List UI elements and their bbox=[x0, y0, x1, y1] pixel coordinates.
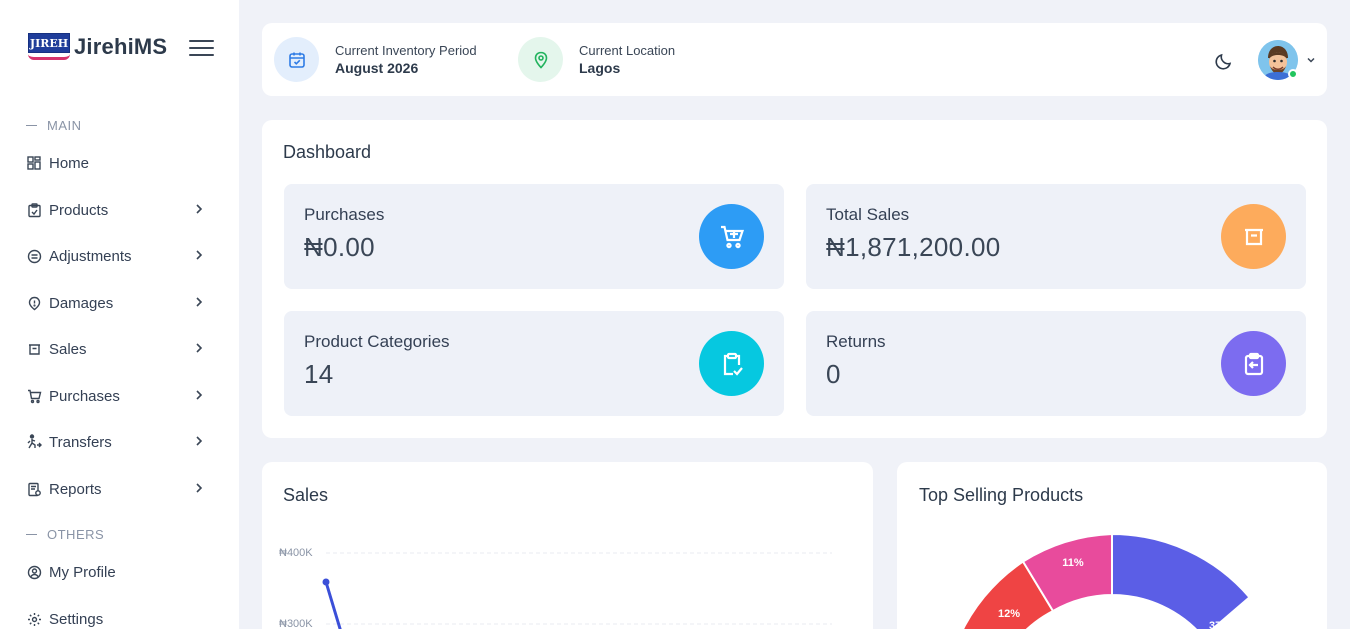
gear-icon bbox=[26, 611, 42, 627]
sidebar-item-my-profile[interactable]: My Profile bbox=[26, 561, 216, 583]
stat-value: 14 bbox=[304, 359, 334, 389]
basket-icon bbox=[26, 341, 42, 357]
brand-logo-swoosh bbox=[28, 54, 70, 60]
current-location[interactable]: Current Location Lagos bbox=[518, 37, 675, 82]
donut-label: 11% bbox=[1062, 557, 1084, 569]
sidebar-item-home[interactable]: Home bbox=[26, 152, 216, 174]
chevron-right-icon bbox=[196, 390, 203, 400]
sidebar-item-settings[interactable]: Settings bbox=[26, 608, 216, 629]
sales-series-line bbox=[324, 581, 342, 629]
chevron-right-icon bbox=[196, 343, 203, 353]
sidebar-item-label: Damages bbox=[49, 294, 114, 312]
adjust-icon bbox=[26, 248, 42, 264]
chevron-right-icon bbox=[196, 250, 203, 260]
sidebar-item-reports[interactable]: Reports bbox=[26, 478, 216, 500]
stat-label: Total Sales bbox=[826, 205, 910, 224]
section-main-label: MAIN bbox=[47, 118, 82, 133]
period-value: August 2026 bbox=[335, 60, 419, 76]
stat-purchases[interactable]: Purchases ₦0.00 bbox=[284, 184, 784, 289]
brand-logo-text: JIREH bbox=[28, 33, 70, 53]
location-pin-icon bbox=[518, 37, 563, 82]
dashboard-title: Dashboard bbox=[283, 142, 372, 162]
sales-data-point[interactable] bbox=[322, 578, 330, 586]
stat-total-sales[interactable]: Total Sales ₦1,871,200.00 bbox=[806, 184, 1306, 289]
cart-icon bbox=[699, 204, 764, 269]
basket-icon bbox=[1221, 204, 1286, 269]
section-main: MAIN bbox=[26, 118, 82, 133]
section-others-label: OTHERS bbox=[47, 527, 105, 542]
transfer-icon bbox=[26, 434, 42, 450]
sidebar-item-products[interactable]: Products bbox=[26, 199, 216, 221]
sidebar-item-label: Home bbox=[49, 154, 90, 172]
brand[interactable]: JIREH JirehiMS bbox=[28, 33, 167, 61]
stat-product-categories[interactable]: Product Categories 14 bbox=[284, 311, 784, 416]
user-circle-icon bbox=[26, 564, 42, 580]
sales-card: Sales ₦400K ₦300K bbox=[262, 462, 873, 629]
chevron-down-icon[interactable] bbox=[1305, 54, 1317, 66]
return-icon bbox=[1221, 331, 1286, 396]
sidebar-item-label: Transfers bbox=[49, 433, 112, 451]
stat-value: ₦0.00 bbox=[304, 232, 375, 262]
top-header: Current Inventory Period August 2026 Cur… bbox=[262, 23, 1327, 96]
location-label: Current Location bbox=[579, 43, 676, 58]
sidebar-item-sales[interactable]: Sales bbox=[26, 338, 216, 360]
sidebar-item-adjustments[interactable]: Adjustments bbox=[26, 245, 216, 267]
sidebar: JIREH JirehiMS MAIN Home Products Adjust… bbox=[0, 0, 239, 629]
sidebar-item-label: Sales bbox=[49, 340, 87, 358]
clipboard-check-icon bbox=[699, 331, 764, 396]
period-label: Current Inventory Period bbox=[335, 43, 477, 58]
sidebar-item-label: Products bbox=[49, 201, 109, 219]
online-status-dot bbox=[1288, 69, 1298, 79]
sidebar-item-label: Settings bbox=[49, 610, 104, 628]
calendar-icon bbox=[274, 37, 319, 82]
stat-returns[interactable]: Returns 0 bbox=[806, 311, 1306, 416]
dark-mode-moon-icon[interactable] bbox=[1214, 51, 1234, 71]
top-selling-card: Top Selling Products 37% 12% 11% bbox=[897, 462, 1327, 629]
sidebar-item-label: Adjustments bbox=[49, 247, 132, 265]
report-icon bbox=[26, 481, 42, 497]
stat-label: Purchases bbox=[304, 205, 385, 224]
sales-line-chart bbox=[322, 552, 832, 629]
chevron-right-icon bbox=[196, 297, 203, 307]
brand-logo: JIREH bbox=[28, 33, 70, 61]
stat-value: 0 bbox=[826, 359, 841, 389]
inventory-period[interactable]: Current Inventory Period August 2026 bbox=[274, 37, 477, 82]
sidebar-item-transfers[interactable]: Transfers bbox=[26, 431, 216, 453]
stat-label: Returns bbox=[826, 332, 886, 351]
location-value: Lagos bbox=[579, 60, 621, 76]
stat-label: Product Categories bbox=[304, 332, 450, 351]
brand-name: JirehiMS bbox=[74, 34, 168, 59]
sidebar-item-damages[interactable]: Damages bbox=[26, 292, 216, 314]
cart-icon bbox=[26, 388, 42, 404]
grid-icon bbox=[26, 155, 42, 171]
alert-pin-icon bbox=[26, 295, 42, 311]
dashboard-card: Dashboard Purchases ₦0.00 Total Sales ₦1… bbox=[262, 120, 1327, 438]
donut-label: 37% bbox=[1209, 620, 1231, 629]
chevron-right-icon bbox=[196, 204, 203, 214]
sidebar-item-purchases[interactable]: Purchases bbox=[26, 385, 216, 407]
donut-label: 12% bbox=[998, 608, 1020, 620]
chevron-right-icon bbox=[196, 483, 203, 493]
clipboard-icon bbox=[26, 202, 42, 218]
menu-toggle-button[interactable] bbox=[189, 40, 214, 58]
section-others: OTHERS bbox=[26, 527, 104, 542]
sidebar-item-label: My Profile bbox=[49, 563, 116, 581]
stat-value: ₦1,871,200.00 bbox=[826, 232, 1001, 262]
donut-slice-37[interactable] bbox=[1111, 532, 1251, 629]
sidebar-item-label: Reports bbox=[49, 480, 102, 498]
chevron-right-icon bbox=[196, 436, 203, 446]
top-selling-donut-chart: 37% 12% 11% bbox=[961, 532, 1251, 629]
sidebar-item-label: Purchases bbox=[49, 387, 120, 405]
